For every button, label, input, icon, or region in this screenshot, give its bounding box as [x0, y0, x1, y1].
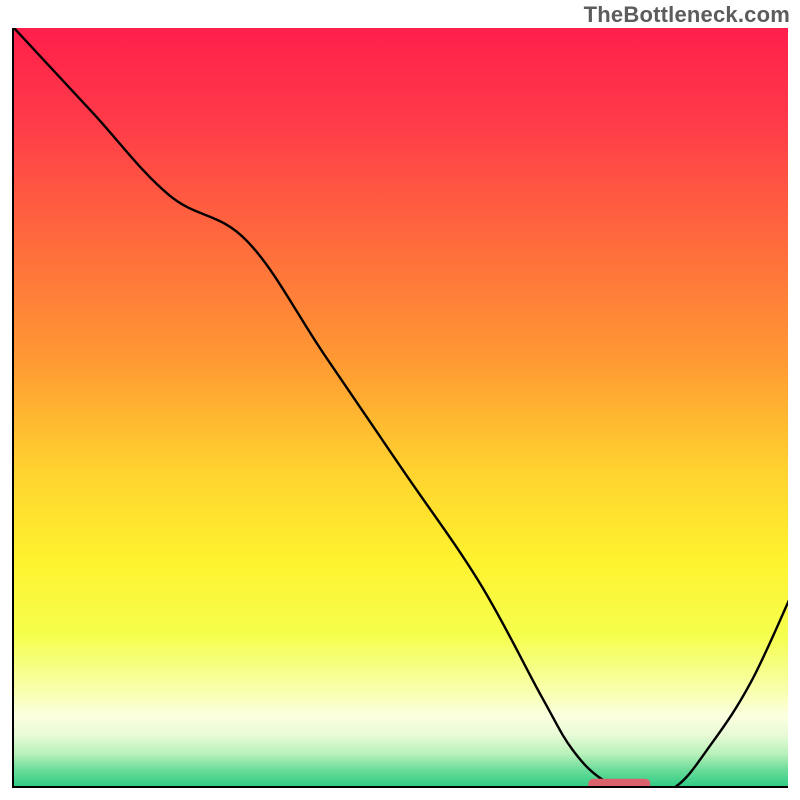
- optimal-marker: [14, 28, 788, 788]
- watermark-text: TheBottleneck.com: [584, 2, 790, 28]
- plot-area: [12, 28, 788, 788]
- chart-frame: TheBottleneck.com: [0, 0, 800, 800]
